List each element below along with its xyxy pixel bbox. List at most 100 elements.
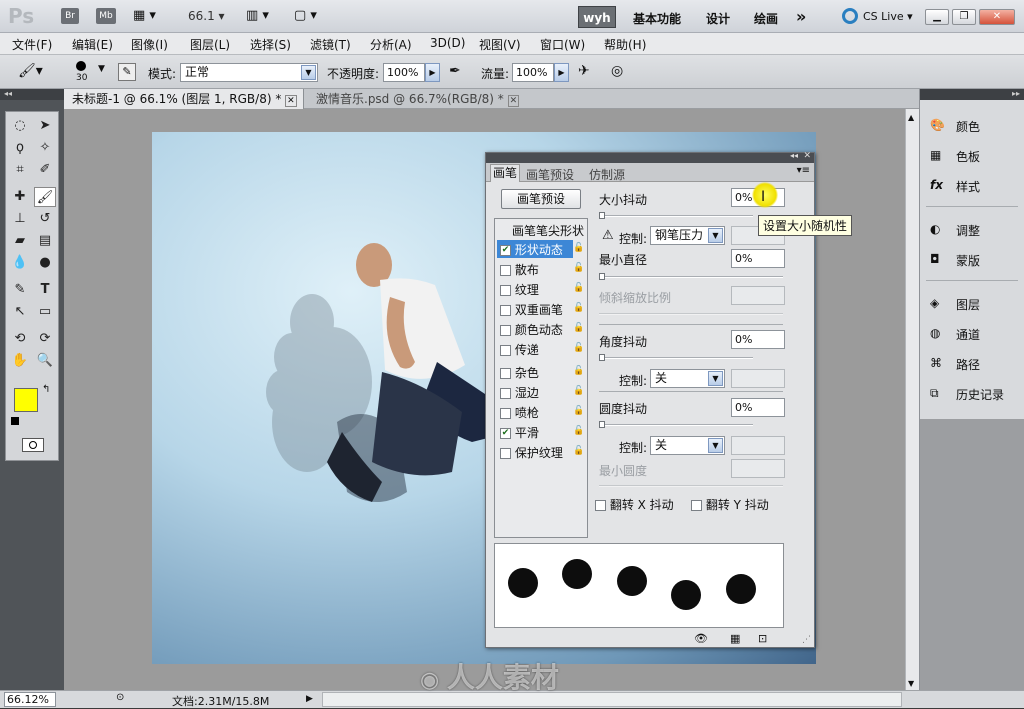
crop-tool-icon[interactable]: ⌗ xyxy=(9,160,31,180)
collapse-toolbox-icon[interactable]: ◂◂ xyxy=(0,89,64,100)
toggle-live-tip-icon[interactable]: 👁 xyxy=(694,632,708,645)
min-diameter-input[interactable]: 0% xyxy=(731,249,785,268)
workspace-essentials[interactable]: 基本功能 xyxy=(633,10,681,27)
panel-styles[interactable]: fx 样式 xyxy=(920,171,1024,201)
tab-passion-music[interactable]: 激情音乐.psd @ 66.7%(RGB/8) * ✕ xyxy=(308,89,520,109)
lasso-tool-icon[interactable]: ϙ xyxy=(9,138,31,158)
checkbox[interactable] xyxy=(500,345,511,356)
close-panel-icon[interactable]: ✕ xyxy=(803,151,811,161)
vertical-scrollbar[interactable]: ▲ ▼ xyxy=(905,109,919,690)
tab-clone-source[interactable]: 仿制源 xyxy=(589,166,625,183)
angle-jitter-slider[interactable] xyxy=(599,354,753,361)
history-brush-tool-icon[interactable]: ↺ xyxy=(34,209,56,229)
menu-select[interactable]: 选择(S) xyxy=(250,36,291,53)
gradient-tool-icon[interactable]: ▤ xyxy=(34,231,56,251)
healing-brush-tool-icon[interactable]: ✚ xyxy=(9,187,31,207)
collapse-panel-icon[interactable]: ◂◂ xyxy=(790,151,798,160)
scroll-down-icon[interactable]: ▼ xyxy=(908,679,914,688)
checkbox[interactable] xyxy=(500,408,511,419)
minimize-button[interactable]: ▁ xyxy=(925,9,949,25)
brush-tip-shape-item[interactable]: 画笔笔尖形状 xyxy=(512,222,584,239)
panel-masks[interactable]: ◘ 蒙版 xyxy=(920,245,1024,275)
brush-panel-titlebar[interactable]: ◂◂ ✕ xyxy=(486,151,814,163)
brush-presets-button[interactable]: 画笔预设 xyxy=(501,189,581,209)
roundness-jitter-slider[interactable] xyxy=(599,421,753,428)
resize-grip-icon[interactable]: ⋰ xyxy=(802,635,811,645)
horizontal-scrollbar[interactable] xyxy=(322,692,902,707)
slider-thumb[interactable] xyxy=(599,354,605,361)
3d-rotate-tool-icon[interactable]: ⟲ xyxy=(9,329,31,349)
lock-icon[interactable]: 🔓 xyxy=(573,263,584,274)
hand-tool-icon[interactable]: ✋ xyxy=(9,351,31,371)
list-item-transfer[interactable]: 传递 xyxy=(500,341,539,358)
foreground-color-swatch[interactable] xyxy=(14,388,38,412)
tab-brush-presets[interactable]: 画笔预设 xyxy=(526,166,574,183)
tab-brush[interactable]: 画笔 xyxy=(490,164,520,182)
checkbox[interactable] xyxy=(595,500,606,511)
screen-mode-icon[interactable]: ▢ ▾ xyxy=(294,8,324,24)
slider-thumb[interactable] xyxy=(599,212,605,219)
lock-icon[interactable]: 🔓 xyxy=(573,323,584,334)
new-preset-icon[interactable]: ⊡ xyxy=(758,632,767,645)
flip-x-jitter[interactable]: 翻转 X 抖动 xyxy=(595,496,674,513)
more-workspaces-button[interactable]: » xyxy=(796,7,806,26)
arrange-documents-icon[interactable]: ▥ ▾ xyxy=(246,8,276,24)
menu-file[interactable]: 文件(F) xyxy=(12,36,52,53)
airbrush-icon[interactable]: ✈ xyxy=(578,63,597,82)
checkbox[interactable] xyxy=(500,325,511,336)
slider-thumb[interactable] xyxy=(599,273,605,280)
type-tool-icon[interactable]: T xyxy=(34,280,56,300)
close-tab-icon[interactable]: ✕ xyxy=(507,95,520,107)
workspace-wyh[interactable]: wyh xyxy=(578,6,616,28)
path-selection-tool-icon[interactable]: ↖ xyxy=(9,302,31,322)
lock-icon[interactable]: 🔓 xyxy=(573,303,584,314)
marquee-tool-icon[interactable]: ◌ xyxy=(9,116,31,136)
control-select-angle[interactable]: 关 ▼ xyxy=(650,369,725,388)
checkbox[interactable] xyxy=(691,500,702,511)
view-extras-icon[interactable]: ▦ ▾ xyxy=(133,8,163,24)
panel-history[interactable]: ⧉ 历史记录 xyxy=(920,379,1024,409)
list-item-protect-texture[interactable]: 保护纹理 xyxy=(500,444,563,461)
min-diameter-slider[interactable] xyxy=(599,273,783,280)
flip-y-jitter[interactable]: 翻转 Y 抖动 xyxy=(691,496,769,513)
checkbox[interactable] xyxy=(500,448,511,459)
list-item-shape-dynamics[interactable]: ✔ 形状动态 xyxy=(500,241,563,258)
checkbox[interactable] xyxy=(500,305,511,316)
angle-jitter-input[interactable]: 0% xyxy=(731,330,785,349)
brush-panel-toggle-icon[interactable]: ✎ xyxy=(118,63,136,81)
checkbox[interactable] xyxy=(500,368,511,379)
tab-untitled-1[interactable]: 未标题-1 @ 66.1% (图层 1, RGB/8) * ✕ xyxy=(64,89,304,109)
bridge-icon[interactable]: Br xyxy=(61,8,79,24)
roundness-jitter-input[interactable]: 0% xyxy=(731,398,785,417)
pressure-opacity-icon[interactable]: ✒ xyxy=(449,63,468,82)
lock-icon[interactable]: 🔓 xyxy=(573,283,584,294)
close-tab-icon[interactable]: ✕ xyxy=(285,95,297,107)
lock-icon[interactable]: 🔓 xyxy=(573,426,584,437)
default-colors-icon[interactable] xyxy=(11,417,19,425)
panel-menu-icon[interactable]: ▾≡ xyxy=(797,165,810,176)
menu-window[interactable]: 窗口(W) xyxy=(540,36,585,53)
quick-mask-icon[interactable] xyxy=(22,438,44,452)
menu-layer[interactable]: 图层(L) xyxy=(190,36,230,53)
expand-panels-icon[interactable]: ▸▸ xyxy=(920,89,1024,100)
lock-icon[interactable]: 🔓 xyxy=(573,406,584,417)
list-item-smoothing[interactable]: ✔ 平滑 xyxy=(500,424,539,441)
menu-3d[interactable]: 3D(D) xyxy=(430,36,465,50)
scroll-up-icon[interactable]: ▲ xyxy=(908,113,914,122)
checkbox[interactable] xyxy=(500,265,511,276)
list-item-color-dynamics[interactable]: 颜色动态 xyxy=(500,321,563,338)
lock-icon[interactable]: 🔓 xyxy=(573,386,584,397)
flow-input[interactable]: 100% xyxy=(512,63,554,82)
lock-icon[interactable]: 🔓 xyxy=(573,446,584,457)
panel-swatches[interactable]: ▦ 色板 xyxy=(920,141,1024,171)
restore-button[interactable]: ❐ xyxy=(952,9,976,25)
swap-colors-icon[interactable]: ↰ xyxy=(42,384,50,395)
eraser-tool-icon[interactable]: ▰ xyxy=(9,231,31,251)
menu-image[interactable]: 图像(I) xyxy=(131,36,168,53)
magic-wand-tool-icon[interactable]: ✧ xyxy=(34,138,56,158)
list-item-dual-brush[interactable]: 双重画笔 xyxy=(500,301,563,318)
brush-tool-icon[interactable]: 🖌 xyxy=(34,187,56,207)
zoom-tool-icon[interactable]: 🔍 xyxy=(34,351,56,371)
panel-layers[interactable]: ◈ 图层 xyxy=(920,289,1024,319)
cs-live-button[interactable]: CS Live ▾ xyxy=(863,10,913,23)
